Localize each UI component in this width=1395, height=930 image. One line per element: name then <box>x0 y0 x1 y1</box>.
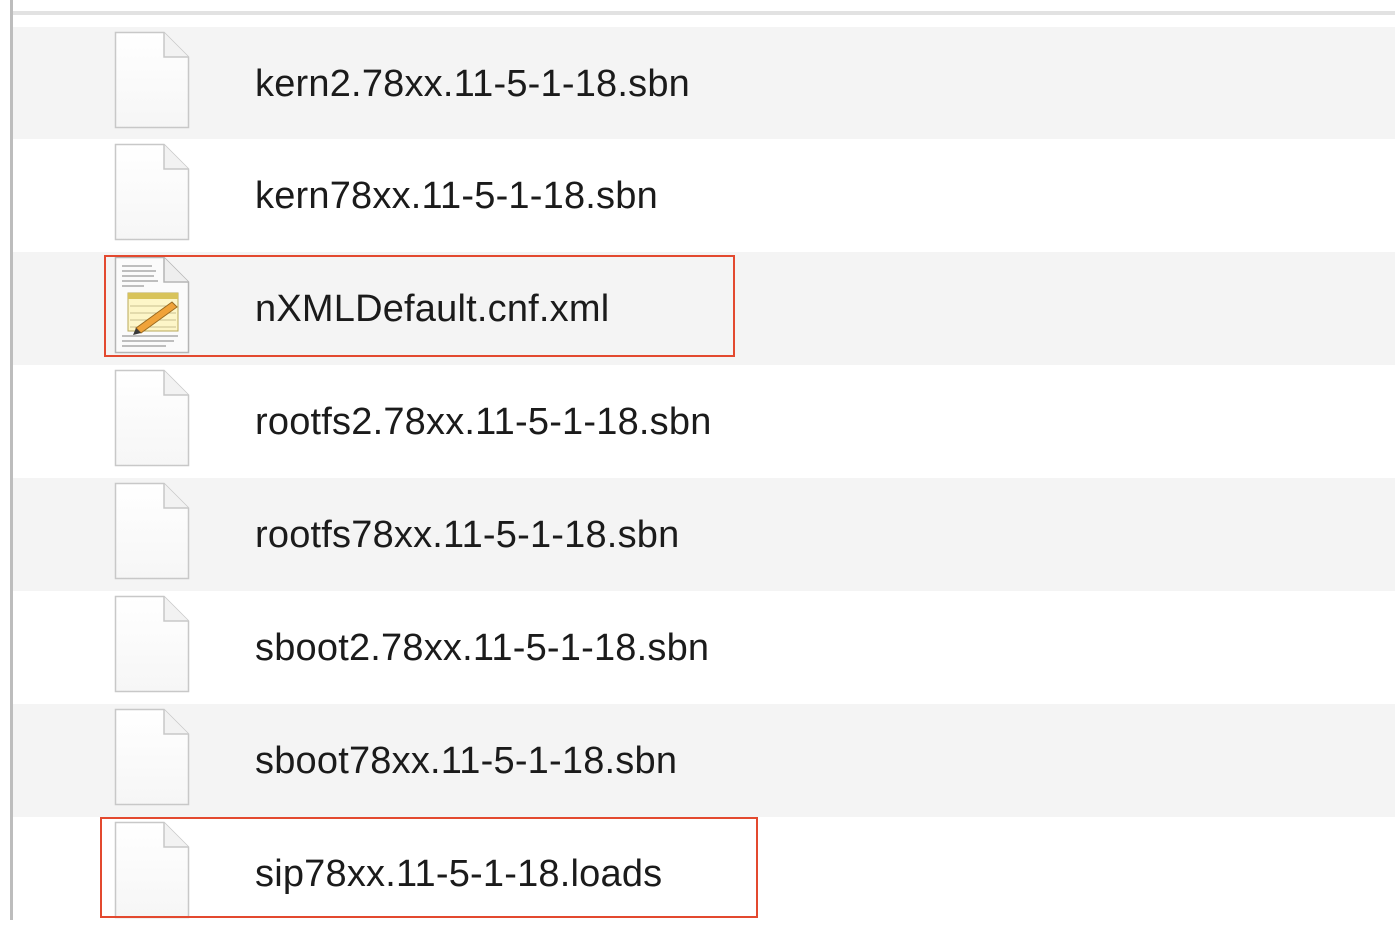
text-edit-document-icon <box>114 256 190 354</box>
blank-document-icon <box>114 31 190 129</box>
file-row[interactable]: sboot2.78xx.11-5-1-18.sbn <box>13 591 1395 704</box>
file-row[interactable]: rootfs2.78xx.11-5-1-18.sbn <box>13 365 1395 478</box>
file-name: sboot2.78xx.11-5-1-18.sbn <box>255 627 710 669</box>
blank-document-icon <box>114 143 190 241</box>
file-name: rootfs2.78xx.11-5-1-18.sbn <box>255 401 712 443</box>
file-name: sboot78xx.11-5-1-18.sbn <box>255 740 678 782</box>
file-name: kern2.78xx.11-5-1-18.sbn <box>255 63 691 105</box>
file-name: sip78xx.11-5-1-18.loads <box>255 853 663 895</box>
blank-document-icon <box>114 595 190 693</box>
file-row[interactable]: rootfs78xx.11-5-1-18.sbn <box>13 478 1395 591</box>
file-list: kern2.78xx.11-5-1-18.sbn kern78xx.11-5-1… <box>13 27 1395 930</box>
blank-document-icon <box>114 708 190 806</box>
blank-document-icon <box>114 482 190 580</box>
blank-document-icon <box>114 821 190 919</box>
file-name: kern78xx.11-5-1-18.sbn <box>255 175 658 217</box>
file-row[interactable]: nXMLDefault.cnf.xml <box>13 252 1395 365</box>
file-name: nXMLDefault.cnf.xml <box>255 288 610 330</box>
file-row[interactable]: kern78xx.11-5-1-18.sbn <box>13 139 1395 252</box>
file-row[interactable]: kern2.78xx.11-5-1-18.sbn <box>13 27 1395 139</box>
file-row[interactable]: sip78xx.11-5-1-18.loads <box>13 817 1395 930</box>
list-top-border <box>12 0 1395 15</box>
file-name: rootfs78xx.11-5-1-18.sbn <box>255 514 680 556</box>
blank-document-icon <box>114 369 190 467</box>
file-row[interactable]: sboot78xx.11-5-1-18.sbn <box>13 704 1395 817</box>
